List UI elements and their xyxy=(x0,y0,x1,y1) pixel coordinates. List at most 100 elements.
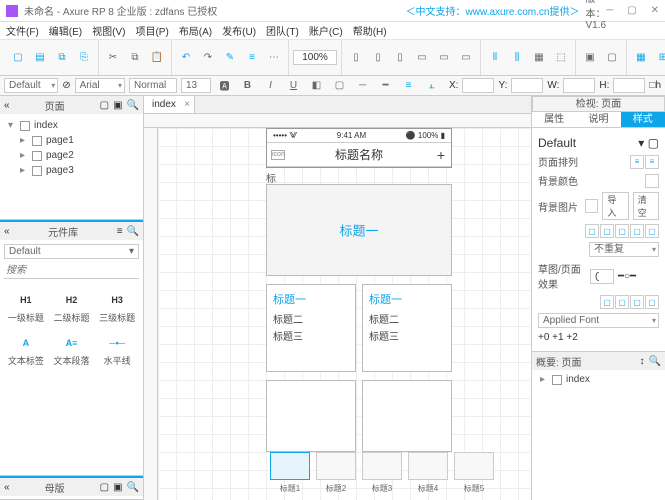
menu-file[interactable]: 文件(F) xyxy=(6,23,39,38)
grid-icon[interactable]: ▦ xyxy=(631,48,651,68)
tab-properties[interactable]: 属性 xyxy=(532,112,576,127)
empty-frame-2[interactable] xyxy=(362,380,452,452)
bold-icon[interactable]: B xyxy=(238,76,257,96)
widget-三级标题[interactable]: H3三级标题 xyxy=(95,287,139,328)
widget-水平线[interactable]: ─•─水平线 xyxy=(95,330,139,371)
copy2-icon[interactable]: ⧉ xyxy=(125,48,145,68)
brush-icon[interactable]: ✎ xyxy=(220,48,240,68)
card-frame-1[interactable]: 标题一 标题二 标题三 xyxy=(266,284,356,372)
page-item-page2[interactable]: page2 xyxy=(4,148,139,163)
cut-icon[interactable]: ✂ xyxy=(103,48,123,68)
paste-icon[interactable]: ⎘ xyxy=(74,48,94,68)
clear-button[interactable]: 清空 xyxy=(633,192,659,220)
empty-frame-1[interactable] xyxy=(266,380,356,452)
thumb-3[interactable]: 标题4 xyxy=(408,452,448,480)
front-icon[interactable]: ▣ xyxy=(580,48,600,68)
textalign-icon[interactable]: ≡ xyxy=(399,76,418,96)
align-bot-icon[interactable]: ▭ xyxy=(456,48,476,68)
lock-icon[interactable]: ⬚ xyxy=(551,48,571,68)
outline-sort-icon[interactable]: ↕ xyxy=(640,356,645,367)
phone-frame[interactable]: ••••• ⨈ 9:41 AM ⚫ 100% ▮ icon 标题名称 + xyxy=(266,128,452,168)
menu-layout[interactable]: 布局(A) xyxy=(179,23,212,38)
redo-icon[interactable]: ↷ xyxy=(198,48,218,68)
add-master-icon[interactable]: ▢ xyxy=(100,482,109,493)
pos-4-icon[interactable]: ▢ xyxy=(630,224,644,238)
thumb-2[interactable]: 标题3 xyxy=(362,452,402,480)
collapse-icon[interactable]: « xyxy=(4,226,10,237)
master-folder-icon[interactable]: ▣ xyxy=(113,482,122,493)
menu-team[interactable]: 团队(T) xyxy=(266,23,299,38)
fill-icon[interactable]: ◧ xyxy=(307,76,326,96)
add-folder-icon[interactable]: ▣ xyxy=(113,100,122,111)
import-button[interactable]: 导入 xyxy=(602,192,628,220)
back-icon[interactable]: ▢ xyxy=(602,48,622,68)
dist-v-icon[interactable]: ⫼ xyxy=(507,48,527,68)
y-input[interactable] xyxy=(511,78,543,93)
repeat-select[interactable]: 不重复 xyxy=(589,242,659,257)
fill-swatch[interactable] xyxy=(645,174,659,188)
outline-search-icon[interactable]: 🔍 xyxy=(649,356,661,367)
italic-icon[interactable]: I xyxy=(261,76,280,96)
pos-1-icon[interactable]: ▢ xyxy=(585,224,599,238)
collapse-icon[interactable]: « xyxy=(4,482,10,493)
hidden-check[interactable]: □h xyxy=(649,80,661,91)
zoom-select[interactable]: 100% xyxy=(293,50,337,65)
x-input[interactable] xyxy=(462,78,494,93)
align-right-icon[interactable]: ▯ xyxy=(390,48,410,68)
search-pages-icon[interactable]: 🔍 xyxy=(127,100,139,111)
align-left-icon[interactable]: ▯ xyxy=(346,48,366,68)
w-input[interactable] xyxy=(563,78,595,93)
fx-2-icon[interactable]: ▢ xyxy=(615,295,629,309)
canvas-stage[interactable]: ••••• ⨈ 9:41 AM ⚫ 100% ▮ icon 标题名称 + 标题三… xyxy=(158,128,531,500)
outline-item-index[interactable]: index xyxy=(532,370,665,389)
border-icon[interactable]: ▢ xyxy=(330,76,349,96)
page-item-page1[interactable]: page1 xyxy=(4,133,139,148)
align-mid-icon[interactable]: ▭ xyxy=(434,48,454,68)
size-select[interactable]: 13 xyxy=(181,78,211,93)
search-lib-icon[interactable]: 🔍 xyxy=(127,226,139,237)
widget-一级标题[interactable]: H1一级标题 xyxy=(4,287,48,328)
pos-5-icon[interactable]: ▢ xyxy=(645,224,659,238)
slider-icon[interactable]: ━○━ xyxy=(618,271,636,282)
maximize-icon[interactable]: ▢ xyxy=(627,5,636,16)
new-file-icon[interactable]: ▢ xyxy=(8,48,28,68)
thumb-1[interactable]: 标题2 xyxy=(316,452,356,480)
thumb-4[interactable]: 标题5 xyxy=(454,452,494,480)
valign-icon[interactable]: ⫠ xyxy=(422,76,441,96)
copy-icon[interactable]: ⧉ xyxy=(52,48,72,68)
align-l-icon[interactable]: ≡ xyxy=(630,155,644,169)
menu-edit[interactable]: 编辑(E) xyxy=(49,23,82,38)
back-icon[interactable]: icon xyxy=(271,150,285,160)
library-search[interactable] xyxy=(4,263,139,279)
more-icon[interactable]: ⋯ xyxy=(264,48,284,68)
fx-3-icon[interactable]: ▢ xyxy=(630,295,644,309)
support-link[interactable]: ＜中文支持：www.axure.com.cn提供＞ xyxy=(406,3,580,18)
lib-menu-icon[interactable]: ≡ xyxy=(117,226,123,237)
thumb-0[interactable]: 标题1 xyxy=(270,452,310,480)
minimize-icon[interactable]: ─ xyxy=(606,5,613,16)
paste2-icon[interactable]: 📋 xyxy=(147,48,167,68)
new-page-icon[interactable]: ▤ xyxy=(30,48,50,68)
inspector-top-tab[interactable]: 检视: 页面 xyxy=(532,96,665,112)
menu-view[interactable]: 视图(V) xyxy=(92,23,125,38)
pos-2-icon[interactable]: ▢ xyxy=(600,224,614,238)
collapse-icon[interactable]: « xyxy=(4,100,10,111)
font-select[interactable]: Arial xyxy=(75,78,125,93)
arrow-icon[interactable]: ━ xyxy=(376,76,395,96)
align-top-icon[interactable]: ▭ xyxy=(412,48,432,68)
weight-select[interactable]: Normal xyxy=(129,78,177,93)
widget-文本标签[interactable]: A文本标签 xyxy=(4,330,48,371)
menu-account[interactable]: 账户(C) xyxy=(309,23,343,38)
page-item-page3[interactable]: page3 xyxy=(4,163,139,178)
menu-help[interactable]: 帮助(H) xyxy=(353,23,387,38)
group-icon[interactable]: ▦ xyxy=(529,48,549,68)
format-icon[interactable]: ≡ xyxy=(242,48,262,68)
tab-index[interactable]: index xyxy=(144,96,195,113)
pos-3-icon[interactable]: ▢ xyxy=(615,224,629,238)
effect-input[interactable] xyxy=(590,269,614,284)
underline-icon[interactable]: U xyxy=(284,76,303,96)
h-input[interactable] xyxy=(613,78,645,93)
close-icon[interactable]: ✕ xyxy=(651,5,659,16)
search-masters-icon[interactable]: 🔍 xyxy=(127,482,139,493)
page-item-index[interactable]: index xyxy=(4,118,139,133)
